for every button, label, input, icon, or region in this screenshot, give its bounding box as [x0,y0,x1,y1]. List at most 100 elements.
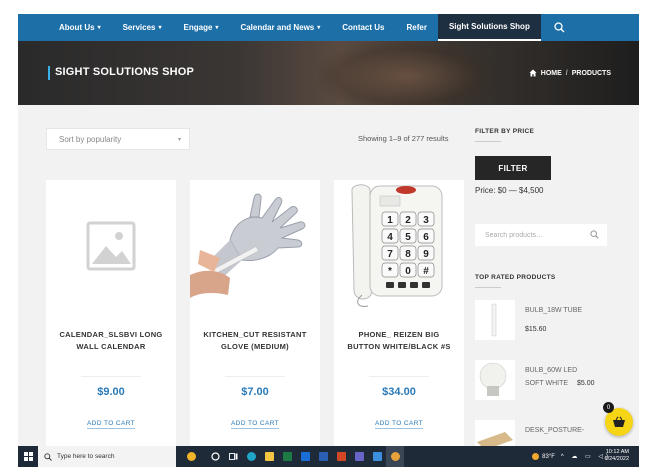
product-card[interactable]: CALENDAR_SLSBVI LONG WALL CALENDAR $9.00… [46,180,176,446]
excel-icon[interactable] [278,446,296,467]
sort-value: Sort by popularity [59,134,122,144]
breadcrumb-home-link[interactable]: HOME [541,70,562,77]
chrome-icon[interactable] [386,446,404,467]
product-name[interactable]: CALENDAR_SLSBVI LONG WALL CALENDAR [54,329,168,353]
svg-text:*: * [388,266,392,277]
add-to-cart-button[interactable]: ADD TO CART [46,420,176,429]
top-rated-price: $5.00 [577,380,595,387]
top-rated-name[interactable]: BULB_60W LED [525,366,625,376]
svg-text:7: 7 [387,249,393,260]
search-icon [44,452,52,461]
weather-temp[interactable]: 83°F [542,454,555,460]
clock-date: 6/24/2022 [604,456,629,462]
svg-text:8: 8 [405,249,411,260]
divider [369,376,429,377]
product-card[interactable]: KITCHEN_CUT RESISTANT GLOVE (MEDIUM) $7.… [190,180,320,446]
product-name[interactable]: PHONE_ REIZEN BIG BUTTON WHITE/BLACK #S [342,329,456,353]
divider [81,376,141,377]
clock-time: 10:12 AM [605,449,629,455]
nav-label: Services [122,23,156,32]
edge-browser-icon[interactable] [242,446,260,467]
weather-icon[interactable] [532,453,540,460]
page-hero: SIGHT SOLUTIONS SHOP HOME / PRODUCTS [18,41,639,105]
sort-select[interactable]: Sort by popularity ▾ [46,128,190,150]
search-icon [554,22,565,33]
powerpoint-icon[interactable] [332,446,350,467]
chevron-down-icon: ▾ [317,25,321,31]
heading-underline [475,141,501,142]
desk-photo [475,420,515,446]
product-image[interactable]: 1 2 3 4 5 6 7 8 9 * 0 # [334,180,464,311]
file-explorer-icon[interactable] [260,446,278,467]
product-card[interactable]: 1 2 3 4 5 6 7 8 9 * 0 # PHONE_ REIZEN BIG BUTTON… [334,180,464,446]
nav-services[interactable]: Services ▾ [112,14,173,41]
top-rated-heading: TOP RATED PRODUCTS [475,274,556,281]
add-to-cart-button[interactable]: ADD TO CART [190,420,320,429]
nav-about-us[interactable]: About Us ▾ [48,14,112,41]
nav-label: Sight Solutions Shop [448,22,530,31]
add-to-cart-label: ADD TO CART [230,420,280,429]
onedrive-icon[interactable] [368,446,386,467]
start-button[interactable] [18,446,38,467]
word-icon[interactable] [314,446,332,467]
outlook-icon[interactable] [296,446,314,467]
glove-photo [190,180,320,311]
placeholder-image-icon [46,180,176,311]
title-accent-bar [48,66,50,80]
svg-text:9: 9 [423,249,429,260]
product-price: $9.00 [97,386,125,398]
top-rated-price: $15.60 [525,326,547,333]
chevron-down-icon: ▾ [215,25,219,31]
taskbar-search-input[interactable]: Type here to search [38,446,176,467]
chevron-down-icon: ▾ [158,25,162,31]
nav-engage[interactable]: Engage ▾ [173,14,230,41]
product-thumbnail[interactable] [475,300,515,340]
product-price: $7.00 [241,386,269,398]
top-rated-item[interactable]: DESK_POSTURE- [475,420,625,446]
top-rated-item[interactable]: BULB_18W TUBE $15.60 [475,300,625,346]
nav-contact-us[interactable]: Contact Us [331,14,395,41]
product-thumbnail[interactable] [475,420,515,446]
nav-sight-solutions-shop[interactable]: Sight Solutions Shop [437,14,541,41]
taskbar-clock[interactable]: 10:12 AM 6/24/2022 [605,449,629,463]
nav-calendar-news[interactable]: Calendar and News ▾ [229,14,331,41]
add-to-cart-label: ADD TO CART [374,420,424,429]
cortana-icon[interactable] [206,446,224,467]
nav-label: Refer [406,23,427,32]
product-name[interactable]: KITCHEN_CUT RESISTANT GLOVE (MEDIUM) [198,329,312,353]
product-search-input[interactable]: Search products… [475,224,607,246]
cart-count-badge: 0 [603,402,614,413]
task-view-icon[interactable] [224,446,242,467]
top-rated-name-line2[interactable]: SOFT WHITE [525,380,568,387]
product-image[interactable] [46,180,176,311]
screen: About Us ▾ Services ▾ Engage ▾ Calendar and… [0,0,647,467]
teams-icon[interactable] [350,446,368,467]
nav-label: Calendar and News [240,23,315,32]
search-icon[interactable] [590,230,599,239]
add-to-cart-button[interactable]: ADD TO CART [334,420,464,429]
product-image[interactable] [190,180,320,311]
taskbar-widget-icon[interactable] [176,446,206,467]
svg-text:5: 5 [405,232,411,243]
search-placeholder: Search products… [485,231,543,239]
breadcrumb: HOME / PRODUCTS [529,69,611,77]
nav-refer[interactable]: Refer [396,14,438,41]
chevron-down-icon: ▾ [177,136,181,143]
phone-photo: 1 2 3 4 5 6 7 8 9 * 0 # [334,180,464,311]
taskbar-search-placeholder: Type here to search [57,453,115,460]
tray-icons[interactable]: ^ ☁ ▭ ◁) [561,453,611,460]
chevron-down-icon: ▾ [97,25,101,31]
breadcrumb-current: PRODUCTS [571,69,611,77]
windows-logo-icon [23,452,33,461]
page-title: SIGHT SOLUTIONS SHOP [55,66,195,78]
top-rated-name[interactable]: BULB_18W TUBE [525,306,625,316]
svg-text:0: 0 [405,266,411,277]
divider [225,376,285,377]
result-count: Showing 1–9 of 277 results [358,134,449,143]
top-rated-item[interactable]: BULB_60W LED SOFT WHITE $5.00 [475,360,625,406]
product-thumbnail[interactable] [475,360,515,400]
nav-label: Contact Us [342,23,385,32]
filter-heading: FILTER BY PRICE [475,128,535,135]
nav-search-button[interactable] [545,14,575,41]
filter-button[interactable]: FILTER [475,156,551,180]
